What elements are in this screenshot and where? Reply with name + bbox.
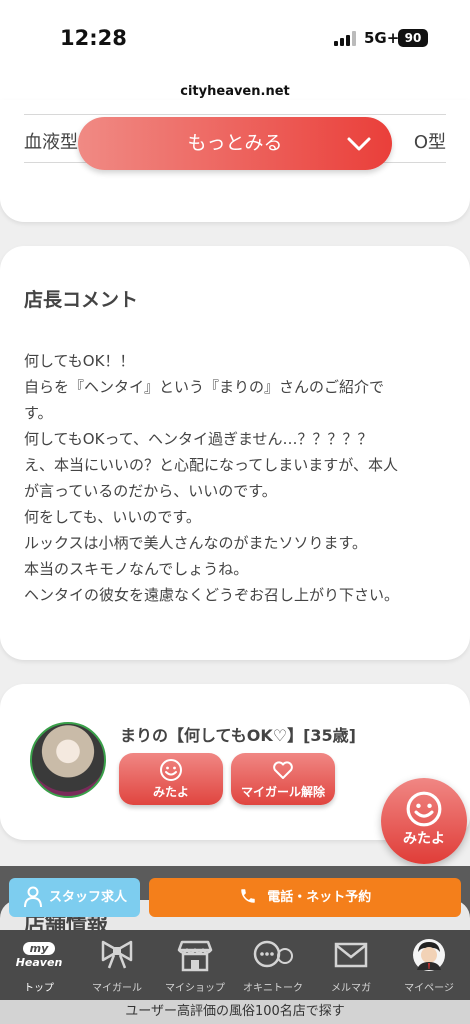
comment-line: が言っているのだから、いいのです。 (24, 482, 277, 500)
comment-line: 自らを『ヘンタイ』という『まりの』さんのご紹介で (24, 378, 385, 396)
heart-icon (273, 761, 293, 779)
section-title: 店長コメント (24, 289, 139, 311)
network-type: 5G+ (364, 29, 400, 47)
comment-line: 本当のスキモノなんでしょうね。 (24, 560, 249, 578)
divider (24, 114, 446, 115)
mygirl-remove-label: マイガール解除 (240, 785, 325, 799)
reserve-button[interactable]: 電話・ネット予約 (149, 878, 461, 917)
tab-label: メルマガ (331, 983, 371, 994)
tab-mypage[interactable]: マイページ (390, 930, 468, 1000)
mitayo-button[interactable]: みたよ (119, 753, 223, 805)
logo-bottom-text: Heaven (15, 956, 63, 969)
battery-icon: 90 (398, 29, 428, 47)
more-button-label: もっとみる (187, 132, 283, 154)
top100-banner[interactable]: ユーザー高評価の風俗100名店で探す (0, 1000, 470, 1024)
status-time: 12:28 (60, 26, 127, 50)
comment-line: す。 (24, 404, 53, 422)
mail-icon (334, 942, 368, 968)
tab-top[interactable]: my Heaven トップ (0, 930, 78, 1000)
smile-icon (406, 791, 442, 827)
comment-line: 何してもOKって、ヘンタイ過ぎません…？？？？？ (24, 430, 373, 448)
staff-recruit-label: スタッフ求人 (49, 890, 128, 905)
tab-label: マイページ (404, 983, 454, 994)
comment-line: ルックスは小柄で美人さんなのがまたソソります。 (24, 534, 368, 552)
tab-label: マイガール (92, 983, 142, 994)
tab-label: トップ (24, 983, 54, 994)
comment-line: 何をしても、いいのです。 (24, 508, 201, 526)
staff-recruit-button[interactable]: スタッフ求人 (9, 878, 140, 917)
logo-top-text: my (23, 942, 55, 955)
ribbon-icon (101, 940, 133, 969)
chevron-down-icon (347, 137, 371, 151)
user-avatar-icon (413, 939, 445, 971)
more-button[interactable]: もっとみる (78, 117, 392, 170)
person-icon (24, 886, 42, 908)
mygirl-remove-button[interactable]: マイガール解除 (231, 753, 335, 805)
chat-bubble-icon (253, 940, 293, 968)
reserve-label: 電話・ネット予約 (267, 890, 372, 905)
tab-myshop[interactable]: マイショップ (156, 930, 234, 1000)
status-bar: 12:28 5G+ 90 (0, 0, 470, 76)
bottom-tab-bar: my Heaven トップ マイガール マイショップ オキニトーク メルマガ マ… (0, 930, 470, 1000)
comment-line: え、本当にいいの？と心配になってしまいますが、本人 (24, 456, 398, 474)
tab-okini-talk[interactable]: オキニトーク (234, 930, 312, 1000)
mitayo-fab-button[interactable]: みたよ (381, 778, 467, 864)
mitayo-fab-label: みたよ (403, 831, 445, 847)
my-heaven-logo-icon: my Heaven (16, 938, 62, 972)
girl-avatar[interactable] (30, 722, 106, 798)
tab-mail-magazine[interactable]: メルマガ (312, 930, 390, 1000)
phone-icon (240, 889, 255, 903)
tab-mygirl[interactable]: マイガール (78, 930, 156, 1000)
girl-name[interactable]: まりの【何してもOK♡】[35歳] (120, 722, 356, 746)
comment-line: ヘンタイの彼女を遠慮なくどうぞお召し上がり下さい。 (24, 586, 400, 604)
comment-line: 何してもOK！！ (24, 352, 135, 370)
mitayo-button-label: みたよ (152, 785, 189, 799)
smile-icon (160, 759, 182, 781)
shop-icon (177, 940, 213, 972)
tab-label: オキニトーク (243, 983, 303, 994)
tab-label: マイショップ (165, 983, 225, 994)
comment-text: 何してもOK！！ 自らを『ヘンタイ』という『まりの』さんのご紹介で す。 何して… (24, 348, 452, 608)
blood-type-value: O型 (413, 132, 446, 153)
blood-type-label: 血液型 (24, 132, 78, 153)
signal-icon (334, 31, 356, 46)
